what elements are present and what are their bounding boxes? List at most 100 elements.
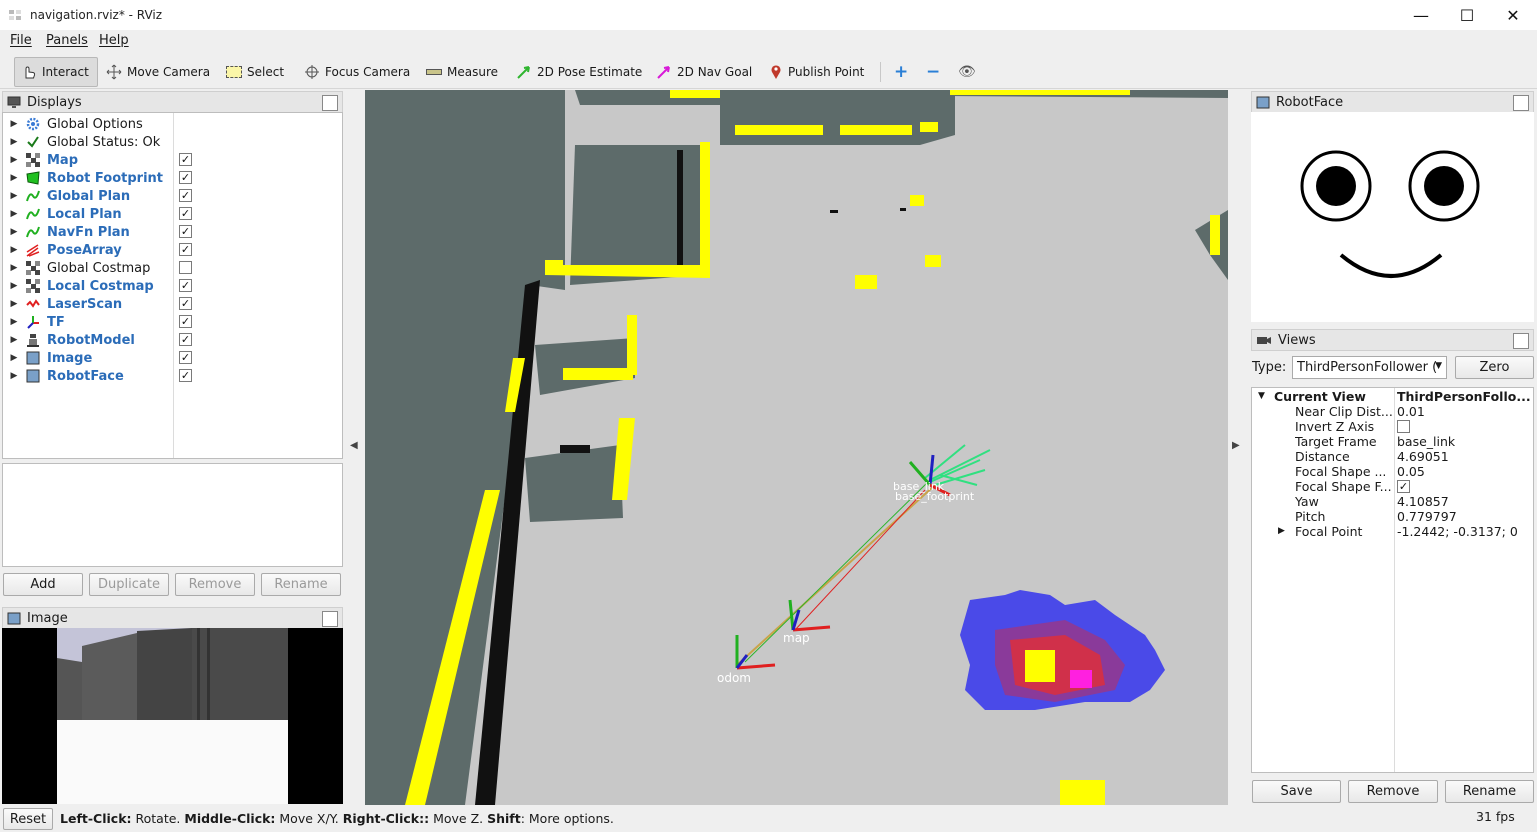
display-enabled-checkbox[interactable]: ✓ xyxy=(179,297,192,310)
expand-arrow-icon[interactable]: ▶ xyxy=(3,335,25,345)
remove-display-button[interactable]: Remove xyxy=(175,573,255,596)
display-item-navfn-plan[interactable]: ▶ NavFn Plan ✓ xyxy=(3,223,343,241)
collapse-left-arrow-icon[interactable]: ◀ xyxy=(350,440,358,451)
collapse-arrow-icon[interactable]: ▼ xyxy=(1258,391,1265,401)
display-item-laserscan[interactable]: ▶ LaserScan ✓ xyxy=(3,295,343,313)
view-property-row[interactable]: Focal Shape ... 0.05 xyxy=(1252,464,1536,479)
display-enabled-checkbox[interactable] xyxy=(179,261,192,274)
displays-panel-float-checkbox[interactable] xyxy=(322,95,338,111)
expand-arrow-icon[interactable]: ▶ xyxy=(1278,526,1285,536)
remove-view-button[interactable]: Remove xyxy=(1348,780,1438,803)
expand-arrow-icon[interactable]: ▶ xyxy=(3,209,25,219)
view-property-row[interactable]: Focal Shape F... ✓ xyxy=(1252,479,1536,494)
display-item-image[interactable]: ▶ Image ✓ xyxy=(3,349,343,367)
status-bar: Reset Left-Click: Rotate. Middle-Click: … xyxy=(0,806,1537,832)
hand-icon xyxy=(25,66,36,79)
expand-arrow-icon[interactable]: ▶ xyxy=(3,173,25,183)
move-camera-tool[interactable]: Move Camera xyxy=(100,57,216,87)
measure-tool[interactable]: Measure xyxy=(420,57,504,87)
display-item-robot-footprint[interactable]: ▶ Robot Footprint ✓ xyxy=(3,169,343,187)
menu-panels[interactable]: Panels xyxy=(46,33,88,48)
display-item-label: PoseArray xyxy=(47,242,122,258)
view-property-row[interactable]: Current View ThirdPersonFollo... ▼ xyxy=(1252,389,1536,404)
rename-display-button[interactable]: Rename xyxy=(261,573,341,596)
minimize-button[interactable]: — xyxy=(1398,0,1444,30)
display-item-global-status-ok[interactable]: ▶ Global Status: Ok xyxy=(3,133,343,151)
view-property-row[interactable]: Invert Z Axis xyxy=(1252,419,1536,434)
invert-z-checkbox[interactable] xyxy=(1397,420,1410,433)
maximize-button[interactable]: ☐ xyxy=(1444,0,1490,30)
display-item-robotface[interactable]: ▶ RobotFace ✓ xyxy=(3,367,343,385)
pose-estimate-tool[interactable]: 2D Pose Estimate xyxy=(510,57,648,87)
display-enabled-checkbox[interactable]: ✓ xyxy=(179,279,192,292)
render-viewport[interactable]: odom map base_link base_footprint xyxy=(365,90,1228,805)
display-enabled-checkbox[interactable]: ✓ xyxy=(179,153,192,166)
view-property-row[interactable]: Target Frame base_link xyxy=(1252,434,1536,449)
view-type-select[interactable]: ThirdPersonFollower ( ▼ xyxy=(1292,356,1447,379)
view-property-row[interactable]: Distance 4.69051 xyxy=(1252,449,1536,464)
display-enabled-checkbox[interactable]: ✓ xyxy=(179,189,192,202)
display-item-global-costmap[interactable]: ▶ Global Costmap xyxy=(3,259,343,277)
duplicate-display-button[interactable]: Duplicate xyxy=(89,573,169,596)
display-item-global-plan[interactable]: ▶ Global Plan ✓ xyxy=(3,187,343,205)
view-property-row[interactable]: Pitch 0.779797 xyxy=(1252,509,1536,524)
display-item-posearray[interactable]: ▶ PoseArray ✓ xyxy=(3,241,343,259)
display-item-robotmodel[interactable]: ▶ RobotModel ✓ xyxy=(3,331,343,349)
path-icon xyxy=(25,206,41,222)
remove-tool-minus-icon[interactable]: − xyxy=(926,62,940,82)
display-item-label: TF xyxy=(47,314,65,330)
expand-arrow-icon[interactable]: ▶ xyxy=(3,299,25,309)
expand-arrow-icon[interactable]: ▶ xyxy=(3,371,25,381)
expand-arrow-icon[interactable]: ▶ xyxy=(3,263,25,273)
select-tool[interactable]: Select xyxy=(220,57,290,87)
display-item-local-costmap[interactable]: ▶ Local Costmap ✓ xyxy=(3,277,343,295)
zero-view-button[interactable]: Zero xyxy=(1455,356,1534,379)
expand-arrow-icon[interactable]: ▶ xyxy=(3,353,25,363)
publish-point-tool[interactable]: Publish Point xyxy=(763,57,870,87)
display-enabled-checkbox[interactable]: ✓ xyxy=(179,369,192,382)
expand-arrow-icon[interactable]: ▶ xyxy=(3,137,25,147)
expand-arrow-icon[interactable]: ▶ xyxy=(3,245,25,255)
display-item-tf[interactable]: ▶ TF ✓ xyxy=(3,313,343,331)
nav-goal-tool[interactable]: 2D Nav Goal xyxy=(650,57,758,87)
display-item-map[interactable]: ▶ Map ✓ xyxy=(3,151,343,169)
display-enabled-checkbox[interactable]: ✓ xyxy=(179,351,192,364)
display-enabled-checkbox[interactable]: ✓ xyxy=(179,315,192,328)
focus-camera-label: Focus Camera xyxy=(325,65,411,79)
display-item-local-plan[interactable]: ▶ Local Plan ✓ xyxy=(3,205,343,223)
menu-help[interactable]: Help xyxy=(99,33,129,48)
add-display-button[interactable]: Add xyxy=(3,573,83,596)
interact-tool[interactable]: Interact xyxy=(14,57,98,87)
menu-file[interactable]: File xyxy=(10,33,32,48)
display-item-global-options[interactable]: ▶ Global Options xyxy=(3,115,343,133)
expand-arrow-icon[interactable]: ▶ xyxy=(3,155,25,165)
views-panel-float-checkbox[interactable] xyxy=(1513,333,1529,349)
view-property-row[interactable]: Yaw 4.10857 xyxy=(1252,494,1536,509)
collapse-right-arrow-icon[interactable]: ▶ xyxy=(1232,440,1240,451)
view-property-row[interactable]: Focal Point -1.2442; -0.3137; 0 ▶ xyxy=(1252,524,1536,539)
expand-arrow-icon[interactable]: ▶ xyxy=(3,119,25,129)
expand-arrow-icon[interactable]: ▶ xyxy=(3,281,25,291)
expand-arrow-icon[interactable]: ▶ xyxy=(3,227,25,237)
image-icon xyxy=(1256,96,1270,108)
expand-arrow-icon[interactable]: ▶ xyxy=(3,317,25,327)
close-button[interactable]: ✕ xyxy=(1490,0,1536,30)
display-enabled-checkbox[interactable]: ✓ xyxy=(179,207,192,220)
display-enabled-checkbox[interactable]: ✓ xyxy=(179,225,192,238)
display-enabled-checkbox[interactable]: ✓ xyxy=(179,243,192,256)
focal-shape-fixed-checkbox[interactable]: ✓ xyxy=(1397,480,1410,493)
add-tool-plus-icon[interactable]: + xyxy=(894,62,908,82)
reset-button[interactable]: Reset xyxy=(3,808,53,830)
eye-icon[interactable]: 👁 xyxy=(958,64,976,80)
focus-camera-tool[interactable]: Focus Camera xyxy=(298,57,416,87)
view-property-key: Near Clip Dist... xyxy=(1295,404,1393,419)
robotface-panel-float-checkbox[interactable] xyxy=(1513,95,1529,111)
image-panel-float-checkbox[interactable] xyxy=(322,611,338,627)
save-view-button[interactable]: Save xyxy=(1252,780,1341,803)
display-enabled-checkbox[interactable]: ✓ xyxy=(179,333,192,346)
expand-arrow-icon[interactable]: ▶ xyxy=(3,191,25,201)
camera-icon xyxy=(1257,337,1271,344)
display-enabled-checkbox[interactable]: ✓ xyxy=(179,171,192,184)
rename-view-button[interactable]: Rename xyxy=(1445,780,1534,803)
view-property-row[interactable]: Near Clip Dist... 0.01 xyxy=(1252,404,1536,419)
